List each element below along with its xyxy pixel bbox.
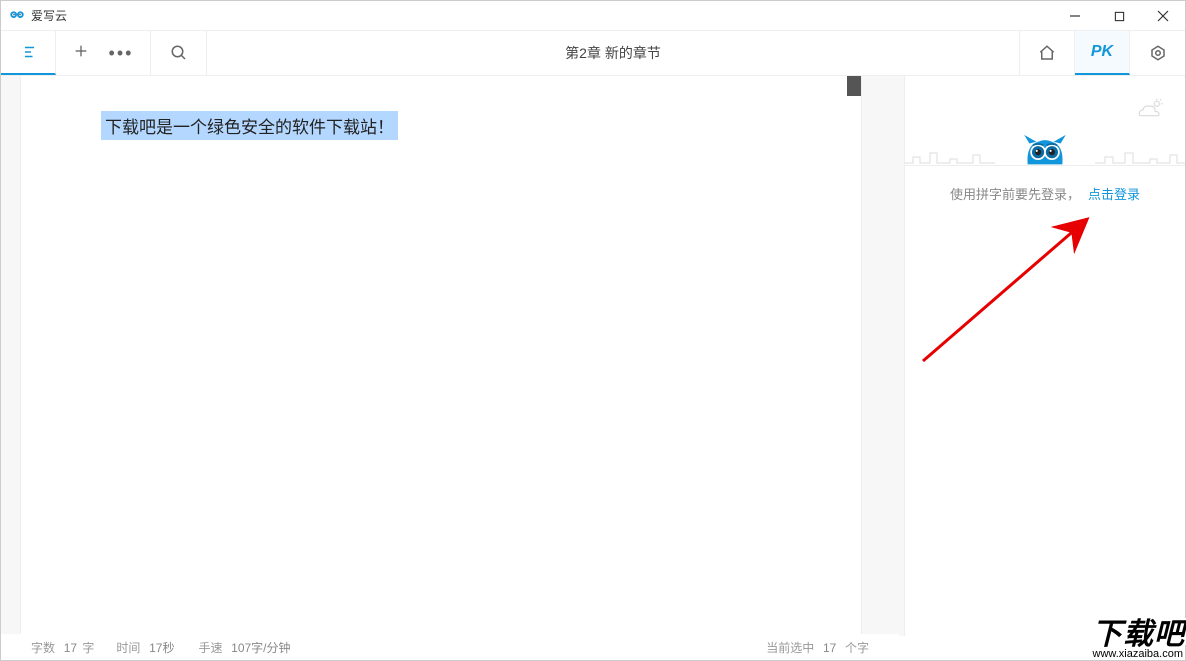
add-button[interactable] xyxy=(73,43,89,64)
app-title: 爱写云 xyxy=(31,7,67,24)
toolbar: ••• 第2章 新的章节 PK xyxy=(1,31,1185,76)
window-controls xyxy=(1053,1,1185,31)
login-prompt-text: 使用拼字前要先登录， xyxy=(950,184,1080,203)
login-link[interactable]: 点击登录 xyxy=(1088,184,1140,203)
titlebar: 爱写云 xyxy=(1,1,1185,31)
close-button[interactable] xyxy=(1141,1,1185,31)
statusbar: 字数 17 字 时间 17秒 手速 107字/分钟 当前选中 17 个字 xyxy=(1,634,899,660)
login-prompt: 使用拼字前要先登录， 点击登录 xyxy=(905,166,1185,221)
watermark-main: 下载吧 xyxy=(1092,620,1185,650)
sidebar: 使用拼字前要先登录， 点击登录 xyxy=(905,76,1185,636)
selection-stat: 当前选中 17 个字 xyxy=(766,639,869,656)
pk-button[interactable]: PK xyxy=(1075,31,1130,75)
add-more-group: ••• xyxy=(56,31,151,75)
pk-label: PK xyxy=(1091,43,1113,61)
speed-stat: 手速 107字/分钟 xyxy=(198,639,292,656)
editor-wrap: 下载吧是一个绿色安全的软件下载站！ xyxy=(1,76,905,636)
time-stat: 时间 17秒 xyxy=(116,639,176,656)
home-button[interactable] xyxy=(1020,31,1075,75)
app-logo-icon xyxy=(9,8,25,24)
left-gutter xyxy=(1,76,21,636)
watermark-sub: www.xiazaiba.com xyxy=(1092,648,1185,660)
main-area: 下载吧是一个绿色安全的软件下载站！ xyxy=(1,76,1185,636)
scrollbar-thumb[interactable] xyxy=(847,76,861,96)
owl-icon xyxy=(1019,127,1071,166)
chapter-title[interactable]: 第2章 新的章节 xyxy=(207,31,1019,75)
weather-icon xyxy=(1133,94,1167,122)
editor-text[interactable]: 下载吧是一个绿色安全的软件下载站！ xyxy=(101,111,398,140)
outline-button[interactable] xyxy=(1,31,56,75)
watermark: 下载吧 www.xiazaiba.com xyxy=(1092,620,1185,660)
maximize-button[interactable] xyxy=(1097,1,1141,31)
right-gutter xyxy=(861,76,905,636)
editor[interactable]: 下载吧是一个绿色安全的软件下载站！ xyxy=(21,76,861,636)
settings-button[interactable] xyxy=(1130,31,1185,75)
more-button[interactable]: ••• xyxy=(109,44,134,62)
minimize-button[interactable] xyxy=(1053,1,1097,31)
sidebar-header xyxy=(905,76,1185,166)
wordcount-stat: 字数 17 字 xyxy=(31,639,94,656)
search-button[interactable] xyxy=(151,31,206,75)
